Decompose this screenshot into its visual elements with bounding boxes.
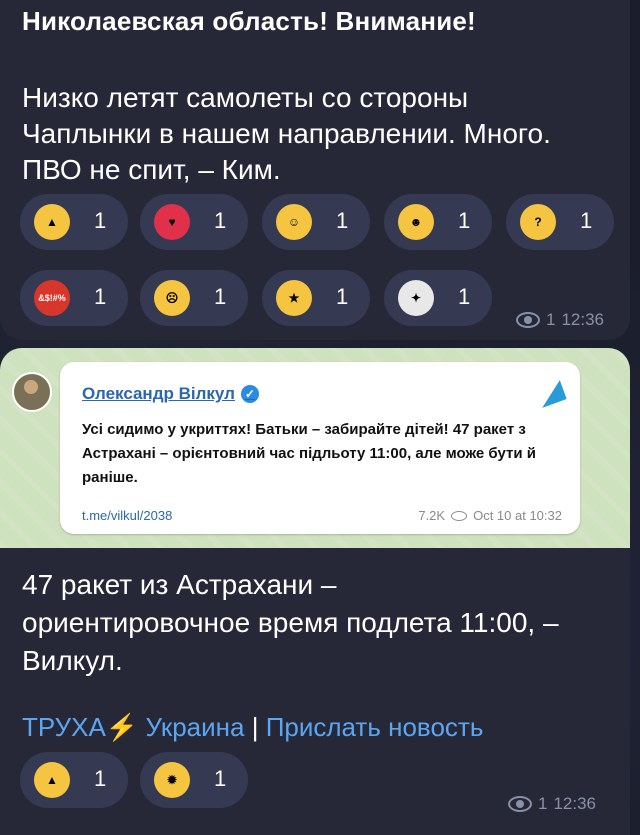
message-meta: 1 12:36 [516,310,604,330]
post-author: Олександр Вілкул ✓ [82,384,259,404]
view-count: 1 [546,310,556,329]
star-struck-icon: ★ [276,280,312,316]
region-link[interactable]: Украина [145,712,244,742]
reaction-thumbs-up[interactable]: ▲ 1 [20,194,128,250]
view-count: 1 [538,794,548,813]
message-bubble-1[interactable]: Николаевская область! Внимание! Низко ле… [0,0,630,340]
message-text: Низко летят самолеты со стороны Чаплынки… [22,82,551,185]
telegram-plane-icon [535,380,567,408]
channel-link[interactable]: ТРУХА [22,712,106,742]
verified-badge-icon: ✓ [240,385,259,403]
thinking-face-icon: ? [520,204,556,240]
reaction-count: 1 [336,208,349,233]
forwarded-post-card: Олександр Вілкул ✓ Усі сидимо у укриттях… [60,362,580,534]
crying-face-icon: ☹ [154,280,190,316]
reaction-count: 1 [580,208,593,233]
message-meta: 1 12:36 [508,794,596,814]
post-link: t.me/vilkul/2038 [82,508,173,523]
reaction-count: 1 [458,208,471,233]
eye-icon [516,312,540,328]
dove-icon: ✦ [398,280,434,316]
post-views: 7.2K [418,508,446,523]
submit-news-link[interactable]: Прислать новость [266,712,484,742]
reaction-count: 1 [214,766,227,791]
reaction-grinning-face[interactable]: ☻ 1 [384,194,492,250]
exploding-head-icon: ✹ [154,762,190,798]
message-text: 47 ракет из Астрахани – ориентировочное … [22,569,559,676]
reaction-exploding-head[interactable]: ✹ 1 [140,752,248,808]
reaction-count: 1 [336,284,349,309]
reaction-heart-on-fire[interactable]: ♥ 1 [140,194,248,250]
separator: | [251,712,259,742]
reaction-count: 1 [94,284,107,309]
message-bubble-2[interactable]: Олександр Вілкул ✓ Усі сидимо у укриттях… [0,348,630,835]
channel-signature: ТРУХА⚡ Украина | Прислать новость [22,712,483,743]
face-with-symbols-icon: &$!#% [34,280,70,316]
reaction-face-with-symbols[interactable]: &$!#% 1 [20,270,128,326]
eye-icon [451,510,468,521]
reaction-smiling-face-with-hearts[interactable]: ☺ 1 [262,194,370,250]
message-time: 12:36 [553,794,597,813]
avatar [12,372,52,412]
post-text: Усі сидимо у укриттях! Батьки – забирайт… [82,421,536,486]
reaction-crying-face[interactable]: ☹ 1 [140,270,248,326]
eye-icon [508,796,532,812]
reaction-thumbs-up[interactable]: ▲ 1 [20,752,128,808]
reaction-star-struck[interactable]: ★ 1 [262,270,370,326]
grinning-face-icon: ☻ [398,204,434,240]
reaction-count: 1 [458,284,471,309]
message-time: 12:36 [561,310,605,329]
smiling-face-with-hearts-icon: ☺ [276,204,312,240]
reaction-count: 1 [214,208,227,233]
reaction-thinking-face[interactable]: ? 1 [506,194,614,250]
author-name: Олександр Вілкул [82,384,235,403]
post-meta: 7.2K Oct 10 at 10:32 [418,508,562,523]
thumbs-up-icon: ▲ [34,762,70,798]
message-title: Николаевская область! Внимание! [22,6,476,36]
lightning-icon: ⚡ [105,712,139,742]
post-date: Oct 10 at 10:32 [473,508,562,523]
reaction-count: 1 [94,208,107,233]
embedded-screenshot[interactable]: Олександр Вілкул ✓ Усі сидимо у укриттях… [0,348,630,548]
reaction-count: 1 [94,766,107,791]
reaction-count: 1 [214,284,227,309]
heart-on-fire-icon: ♥ [154,204,190,240]
reaction-dove[interactable]: ✦ 1 [384,270,492,326]
thumbs-up-icon: ▲ [34,204,70,240]
